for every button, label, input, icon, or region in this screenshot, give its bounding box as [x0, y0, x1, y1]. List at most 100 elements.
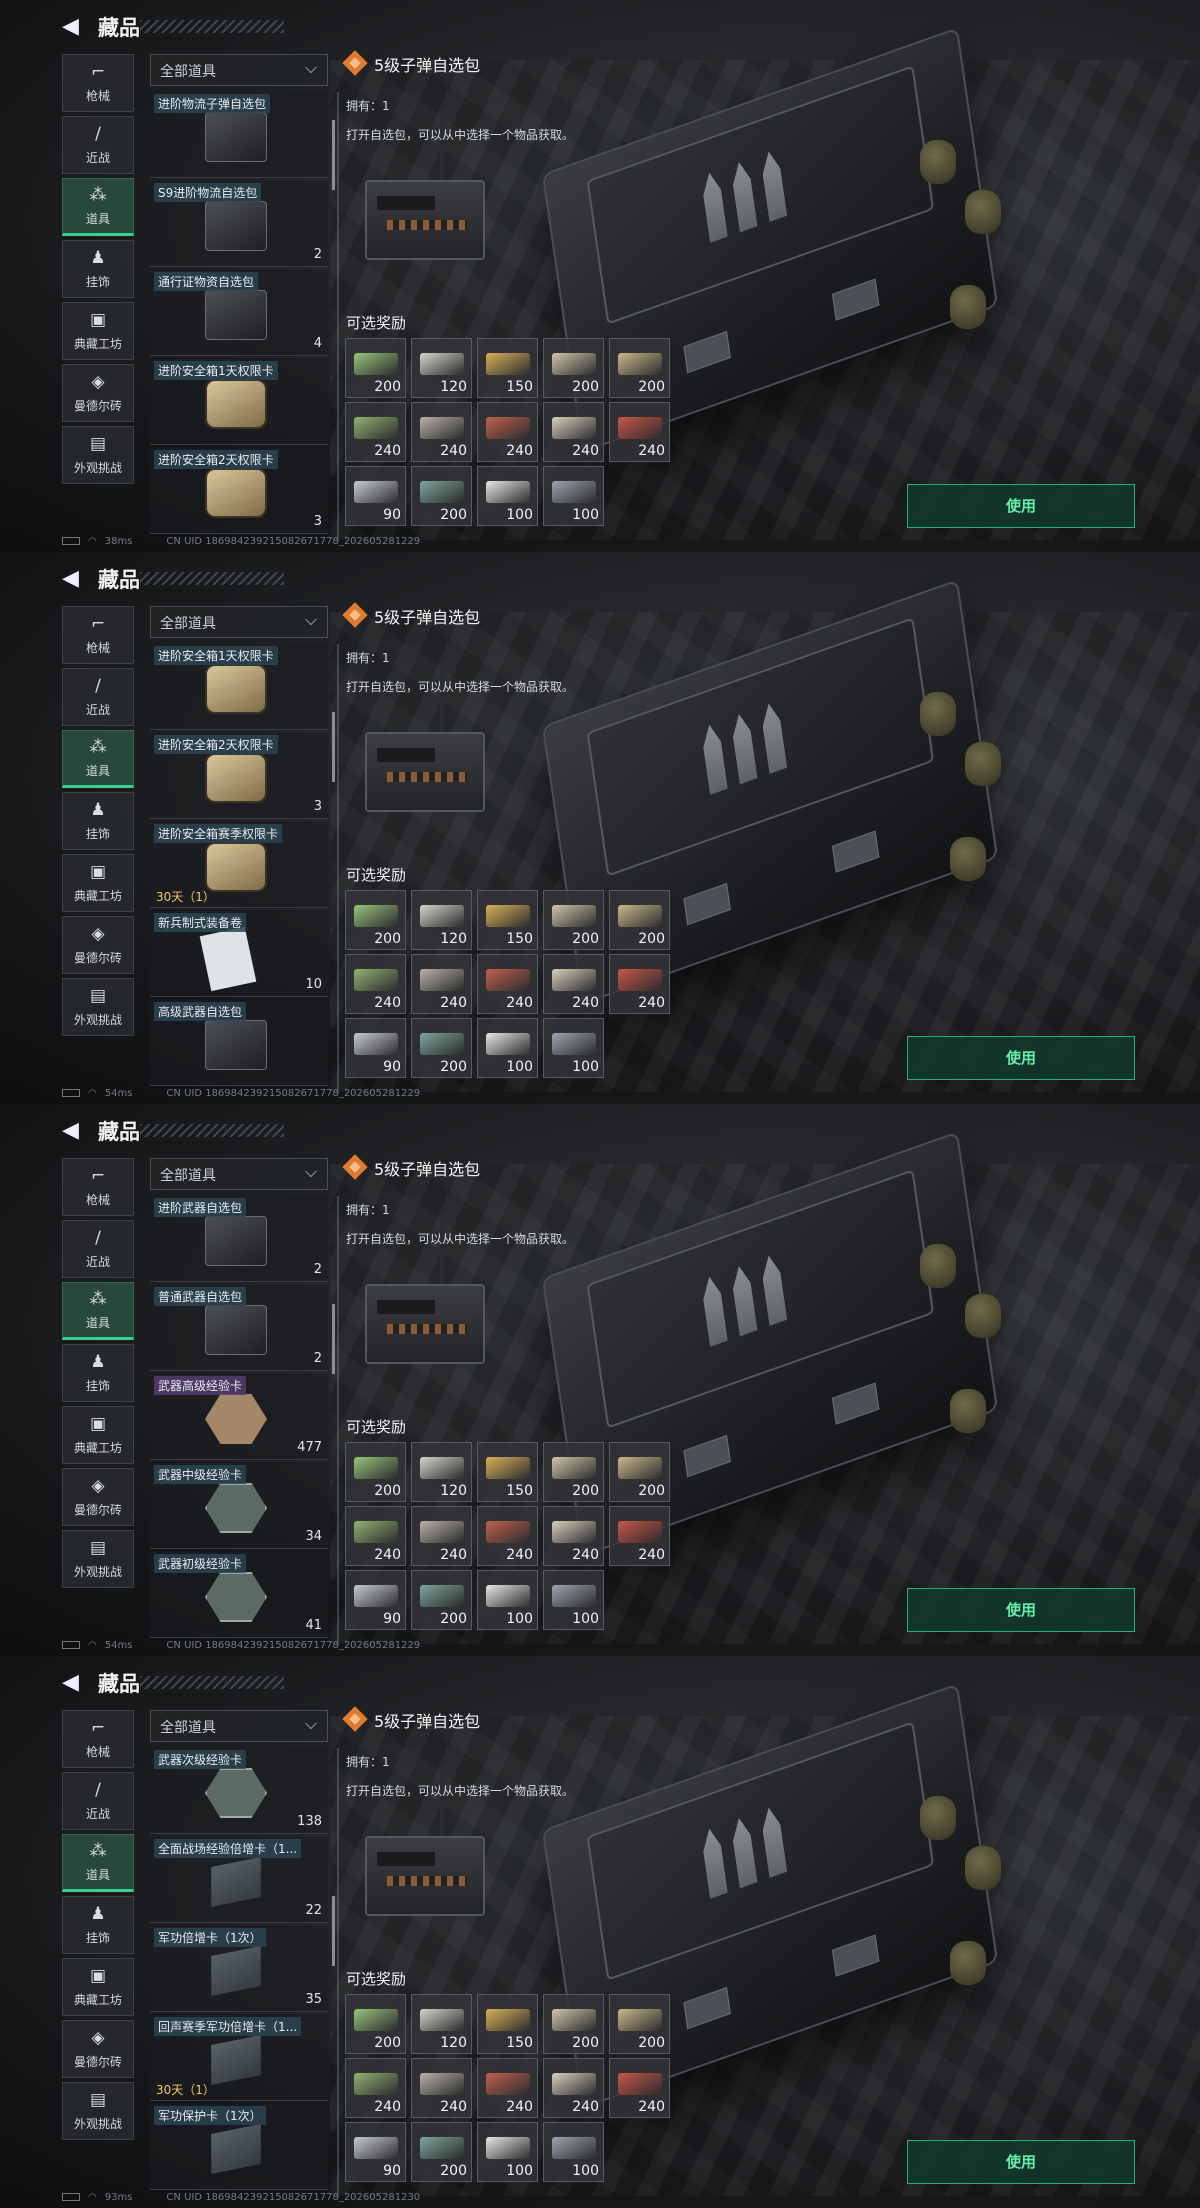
reward-slot[interactable]: 100: [543, 2122, 604, 2182]
reward-slot[interactable]: 240: [543, 402, 604, 462]
reward-slot[interactable]: 200: [543, 890, 604, 950]
nav-item[interactable]: ▤ 外观挑战: [62, 1530, 134, 1588]
filter-dropdown[interactable]: 全部道具 ⌵: [150, 54, 328, 86]
nav-item[interactable]: ▤ 外观挑战: [62, 978, 134, 1036]
reward-slot[interactable]: 100: [543, 1018, 604, 1078]
reward-slot[interactable]: 200: [411, 2122, 472, 2182]
reward-slot[interactable]: 200: [411, 1018, 472, 1078]
nav-item[interactable]: ⌐ 枪械: [62, 1158, 134, 1216]
item-card[interactable]: 进阶安全箱赛季权限卡 30天（1）: [150, 822, 328, 908]
nav-item[interactable]: ⁂ 道具: [62, 1834, 134, 1892]
nav-item[interactable]: ∕ 近战: [62, 1772, 134, 1830]
reward-slot[interactable]: 200: [543, 1994, 604, 2054]
nav-item[interactable]: ◈ 曼德尔砖: [62, 1468, 134, 1526]
reward-slot[interactable]: 90: [345, 466, 406, 526]
reward-slot[interactable]: 100: [477, 1570, 538, 1630]
nav-item[interactable]: ⌐ 枪械: [62, 606, 134, 664]
reward-slot[interactable]: 240: [543, 1506, 604, 1566]
reward-slot[interactable]: 120: [411, 338, 472, 398]
item-card[interactable]: 新兵制式装备卷 10: [150, 911, 328, 997]
reward-slot[interactable]: 240: [345, 402, 406, 462]
list-scrollbar[interactable]: [332, 1896, 335, 1966]
item-card[interactable]: 武器初级经验卡 41: [150, 1552, 328, 1638]
nav-item[interactable]: ∕ 近战: [62, 116, 134, 174]
reward-slot[interactable]: 240: [609, 402, 670, 462]
item-card[interactable]: 普通武器自选包 2: [150, 1285, 328, 1371]
item-card[interactable]: 回声赛季军功倍增卡（1... 30天（1）: [150, 2015, 328, 2101]
item-card[interactable]: 进阶物流子弹自选包: [150, 92, 328, 178]
reward-slot[interactable]: 200: [345, 890, 406, 950]
reward-slot[interactable]: 150: [477, 890, 538, 950]
item-card[interactable]: 进阶武器自选包 2: [150, 1196, 328, 1282]
nav-item[interactable]: ▣ 典藏工坊: [62, 1958, 134, 2016]
nav-item[interactable]: ▣ 典藏工坊: [62, 302, 134, 360]
reward-slot[interactable]: 150: [477, 1994, 538, 2054]
use-button[interactable]: 使用: [907, 484, 1135, 528]
reward-slot[interactable]: 200: [411, 466, 472, 526]
reward-slot[interactable]: 240: [477, 402, 538, 462]
reward-slot[interactable]: 200: [543, 338, 604, 398]
item-card[interactable]: 高级武器自选包: [150, 1000, 328, 1086]
nav-item[interactable]: ♟ 挂饰: [62, 792, 134, 850]
reward-slot[interactable]: 200: [411, 1570, 472, 1630]
reward-slot[interactable]: 240: [411, 402, 472, 462]
reward-slot[interactable]: 240: [411, 954, 472, 1014]
reward-slot[interactable]: 240: [609, 1506, 670, 1566]
item-card[interactable]: 进阶安全箱1天权限卡: [150, 644, 328, 730]
item-card[interactable]: 进阶安全箱1天权限卡: [150, 359, 328, 445]
item-card[interactable]: 武器高级经验卡 477: [150, 1374, 328, 1460]
reward-slot[interactable]: 240: [609, 2058, 670, 2118]
filter-dropdown[interactable]: 全部道具 ⌵: [150, 606, 328, 638]
nav-item[interactable]: ⌐ 枪械: [62, 54, 134, 112]
reward-slot[interactable]: 100: [477, 1018, 538, 1078]
reward-slot[interactable]: 240: [609, 954, 670, 1014]
item-card[interactable]: 军功倍增卡（1次） 35: [150, 1926, 328, 2012]
back-icon[interactable]: ◀: [62, 14, 79, 39]
item-card[interactable]: 进阶安全箱2天权限卡 3: [150, 448, 328, 534]
reward-slot[interactable]: 200: [609, 1442, 670, 1502]
reward-slot[interactable]: 100: [477, 2122, 538, 2182]
reward-slot[interactable]: 90: [345, 1018, 406, 1078]
back-icon[interactable]: ◀: [62, 566, 79, 591]
reward-slot[interactable]: 200: [543, 1442, 604, 1502]
reward-slot[interactable]: 200: [609, 338, 670, 398]
back-icon[interactable]: ◀: [62, 1118, 79, 1143]
reward-slot[interactable]: 240: [345, 954, 406, 1014]
reward-slot[interactable]: 200: [609, 1994, 670, 2054]
nav-item[interactable]: ♟ 挂饰: [62, 240, 134, 298]
nav-item[interactable]: ⁂ 道具: [62, 730, 134, 788]
use-button[interactable]: 使用: [907, 2140, 1135, 2184]
nav-item[interactable]: ∕ 近战: [62, 668, 134, 726]
item-card[interactable]: 通行证物资自选包 4: [150, 270, 328, 356]
reward-slot[interactable]: 200: [345, 338, 406, 398]
nav-item[interactable]: ▣ 典藏工坊: [62, 1406, 134, 1464]
reward-slot[interactable]: 150: [477, 338, 538, 398]
nav-item[interactable]: ▤ 外观挑战: [62, 426, 134, 484]
reward-slot[interactable]: 240: [345, 1506, 406, 1566]
reward-slot[interactable]: 240: [411, 2058, 472, 2118]
list-scrollbar[interactable]: [332, 1304, 335, 1374]
reward-slot[interactable]: 100: [543, 1570, 604, 1630]
reward-slot[interactable]: 240: [345, 2058, 406, 2118]
reward-slot[interactable]: 150: [477, 1442, 538, 1502]
item-card[interactable]: S9进阶物流自选包 2: [150, 181, 328, 267]
nav-item[interactable]: ∕ 近战: [62, 1220, 134, 1278]
nav-item[interactable]: ◈ 曼德尔砖: [62, 2020, 134, 2078]
nav-item[interactable]: ▣ 典藏工坊: [62, 854, 134, 912]
reward-slot[interactable]: 240: [543, 2058, 604, 2118]
reward-slot[interactable]: 100: [477, 466, 538, 526]
nav-item[interactable]: ⁂ 道具: [62, 178, 134, 236]
reward-slot[interactable]: 120: [411, 1994, 472, 2054]
reward-slot[interactable]: 120: [411, 890, 472, 950]
reward-slot[interactable]: 90: [345, 1570, 406, 1630]
reward-slot[interactable]: 200: [345, 1442, 406, 1502]
reward-slot[interactable]: 120: [411, 1442, 472, 1502]
nav-item[interactable]: ⁂ 道具: [62, 1282, 134, 1340]
item-card[interactable]: 全面战场经验倍增卡（1... 22: [150, 1837, 328, 1923]
nav-item[interactable]: ◈ 曼德尔砖: [62, 916, 134, 974]
nav-item[interactable]: ◈ 曼德尔砖: [62, 364, 134, 422]
reward-slot[interactable]: 240: [477, 954, 538, 1014]
nav-item[interactable]: ♟ 挂饰: [62, 1344, 134, 1402]
nav-item[interactable]: ⌐ 枪械: [62, 1710, 134, 1768]
nav-item[interactable]: ▤ 外观挑战: [62, 2082, 134, 2140]
